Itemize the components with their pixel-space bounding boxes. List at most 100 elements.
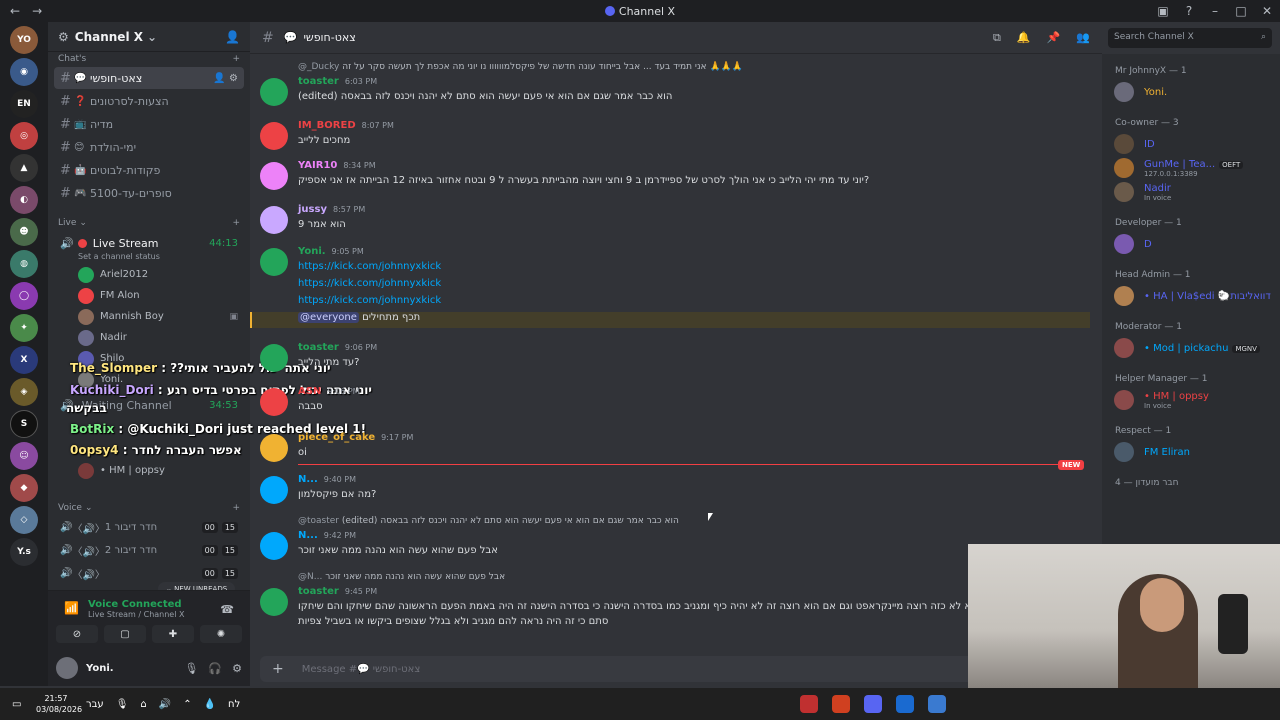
message-author[interactable]: N... bbox=[298, 530, 318, 541]
avatar[interactable] bbox=[260, 248, 288, 276]
voice-user[interactable]: • HM | oppsy bbox=[48, 460, 250, 481]
server-icon[interactable]: ☺ bbox=[10, 442, 38, 470]
member-item[interactable]: Yoni. bbox=[1102, 80, 1280, 104]
member-item[interactable]: • HA | Vla$edi 🐑דוואליבות bbox=[1102, 284, 1280, 308]
microphone-icon[interactable]: 🎙 bbox=[184, 662, 198, 675]
add-channel-icon[interactable]: + bbox=[232, 54, 240, 64]
server-icon[interactable]: EN bbox=[10, 90, 38, 118]
avatar[interactable] bbox=[260, 532, 288, 560]
app-icon[interactable] bbox=[800, 695, 818, 713]
avatar[interactable] bbox=[260, 476, 288, 504]
notification-icon[interactable]: ▭ bbox=[12, 699, 21, 710]
message-link[interactable]: https://kick.com/johnnyxkick bbox=[298, 295, 441, 306]
channel-item[interactable]: # 😊 ימי-הולדת bbox=[54, 136, 244, 158]
microphone-icon[interactable]: 🎙 bbox=[116, 699, 129, 710]
message-composer[interactable]: + Message #💬 צאט-חופשי bbox=[260, 656, 1090, 682]
message-reply-preview[interactable]: @N... אבל פעם שהוא עשה הוא נהנה ממה שאני… bbox=[298, 572, 505, 582]
channel-item[interactable]: # 📺 מדיה bbox=[54, 113, 244, 135]
message-author[interactable]: jussy bbox=[298, 204, 327, 215]
screen-share-button[interactable]: ▢ bbox=[104, 625, 146, 643]
chevron-up-icon[interactable]: ⌃ bbox=[183, 699, 191, 710]
member-item[interactable]: ID bbox=[1102, 132, 1280, 156]
minimize-button[interactable]: – bbox=[1202, 4, 1228, 18]
message-author[interactable]: N... bbox=[298, 474, 318, 485]
server-icon[interactable]: ◇ bbox=[10, 506, 38, 534]
category-voice[interactable]: Voice ⌄ + bbox=[48, 501, 250, 515]
add-channel-icon[interactable]: + bbox=[232, 503, 240, 513]
app-icon[interactable] bbox=[832, 695, 850, 713]
message-reply-preview[interactable]: @_Ducky אני תמיד בעד ... אבל בייחוד עונה… bbox=[298, 62, 743, 72]
voice-channel[interactable]: 🔊 〈🔊〉 00 15 bbox=[54, 562, 244, 584]
server-icon[interactable]: ▲ bbox=[10, 154, 38, 182]
message-link[interactable]: https://kick.com/johnnyxkick bbox=[298, 261, 441, 272]
server-icon[interactable]: ◐ bbox=[10, 186, 38, 214]
network-icon[interactable]: ⌂ bbox=[140, 699, 146, 710]
server-icon[interactable]: YO bbox=[10, 26, 38, 54]
server-icon[interactable]: ◍ bbox=[10, 250, 38, 278]
headphones-icon[interactable]: 🎧 bbox=[208, 662, 222, 675]
server-icon[interactable]: ◆ bbox=[10, 474, 38, 502]
pin-icon[interactable]: 📌 bbox=[1047, 31, 1061, 45]
message-author[interactable]: IM_BORED bbox=[298, 120, 356, 131]
server-icon[interactable]: S bbox=[10, 410, 38, 438]
volume-icon[interactable]: 🔊 bbox=[159, 699, 171, 710]
channel-item[interactable]: # 🤖 פקודות-לבוטים bbox=[54, 159, 244, 181]
voice-channel[interactable]: 🔊 〈🔊〉 חדר דיבור 1 00 15 bbox=[54, 516, 244, 538]
threads-icon[interactable]: ⧉ bbox=[993, 31, 1001, 45]
back-arrow-icon[interactable]: ← bbox=[10, 4, 20, 18]
channel-status[interactable]: Set a channel status bbox=[48, 252, 250, 264]
camera-off-button[interactable]: ⊘ bbox=[56, 625, 98, 643]
voice-user[interactable]: Nadir bbox=[48, 327, 250, 348]
gear-icon[interactable]: ⚙ bbox=[232, 662, 242, 675]
voice-channel-live-stream[interactable]: 🔊 Live Stream 44:13 bbox=[54, 232, 244, 254]
discord-app-icon[interactable] bbox=[864, 695, 882, 713]
avatar[interactable] bbox=[56, 657, 78, 679]
maximize-button[interactable]: □ bbox=[1228, 4, 1254, 18]
search-box[interactable]: Search Channel X ⌕ bbox=[1108, 28, 1272, 48]
channel-settings-icon[interactable]: 👤 ⚙ bbox=[213, 73, 238, 84]
server-icon[interactable]: ◯ bbox=[10, 282, 38, 310]
app-icon[interactable] bbox=[896, 695, 914, 713]
help-icon[interactable]: ? bbox=[1176, 4, 1202, 18]
server-icon[interactable]: ✦ bbox=[10, 314, 38, 342]
avatar[interactable] bbox=[260, 588, 288, 616]
message-input[interactable]: Message #💬 צאט-חופשי bbox=[302, 664, 421, 675]
avatar[interactable] bbox=[260, 122, 288, 150]
server-icon[interactable]: Y.s bbox=[10, 538, 38, 566]
channel-item[interactable]: # ❓ הצעות-לסרטונים bbox=[54, 90, 244, 112]
add-channel-icon[interactable]: + bbox=[232, 218, 240, 228]
voice-user[interactable]: Mannish Boy ▣ bbox=[48, 306, 250, 327]
message-author[interactable]: toaster bbox=[298, 586, 339, 597]
add-attachment-icon[interactable]: + bbox=[272, 661, 284, 677]
server-header[interactable]: ⚙ Channel X ⌄ 👤 bbox=[48, 22, 250, 52]
channel-item[interactable]: # 💬 צאט-חופשי 👤 ⚙ bbox=[54, 67, 244, 89]
member-item[interactable]: FM Eliran bbox=[1102, 440, 1280, 464]
avatar[interactable] bbox=[260, 388, 288, 416]
voice-channel[interactable]: 🔊 〈🔊〉 חדר דיבור 2 00 15 bbox=[54, 539, 244, 561]
message-reply-preview[interactable]: @toaster (edited) הוא כבר אמר שגם אם הוא… bbox=[298, 516, 679, 526]
avatar[interactable] bbox=[260, 206, 288, 234]
member-item[interactable]: D bbox=[1102, 232, 1280, 256]
message-author[interactable]: YAIR10 bbox=[298, 160, 337, 171]
app-icon[interactable] bbox=[928, 695, 946, 713]
message-link[interactable]: https://kick.com/johnnyxkick bbox=[298, 278, 441, 289]
avatar[interactable] bbox=[260, 434, 288, 462]
category-live[interactable]: Live ⌄ + bbox=[48, 216, 250, 230]
taskbar-clock[interactable]: 21:57 03/08/2026 bbox=[36, 693, 82, 715]
inbox-icon[interactable]: ▣ bbox=[1150, 4, 1176, 18]
message-author[interactable]: ASN bbox=[298, 386, 321, 397]
mention-everyone[interactable]: @everyone bbox=[298, 312, 359, 323]
members-icon[interactable]: 👥 bbox=[1076, 31, 1090, 45]
bell-icon[interactable]: 🔔 bbox=[1017, 31, 1031, 45]
member-item[interactable]: • Mod | pickachu MGNV bbox=[1102, 336, 1280, 360]
category-chats[interactable]: Chat's + bbox=[48, 52, 250, 66]
message-author[interactable]: Yoni. bbox=[298, 246, 326, 257]
voice-user[interactable]: FM Alon bbox=[48, 285, 250, 306]
add-member-icon[interactable]: 👤 bbox=[225, 30, 240, 44]
member-item[interactable]: • HM | oppsy In voice bbox=[1102, 388, 1280, 412]
server-x-icon[interactable]: X bbox=[10, 346, 38, 374]
weather-icon[interactable]: 💧 bbox=[204, 699, 216, 710]
avatar[interactable] bbox=[260, 78, 288, 106]
activities-button[interactable]: ✚ bbox=[152, 625, 194, 643]
server-icon[interactable]: ◉ bbox=[10, 58, 38, 86]
